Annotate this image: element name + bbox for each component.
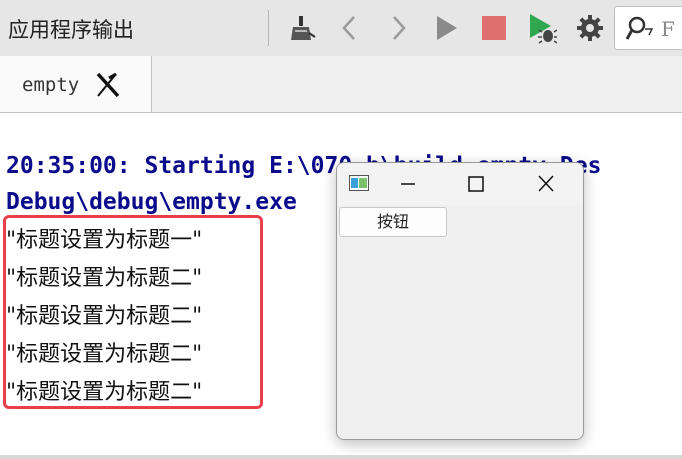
tab-empty[interactable]: empty (0, 56, 152, 112)
forward-arrow-icon[interactable] (380, 10, 416, 46)
highlight-box (3, 215, 263, 409)
window-titlebar[interactable] (337, 163, 583, 205)
close-window-icon[interactable] (531, 171, 561, 197)
toolbar-separator (268, 10, 269, 46)
minimize-icon[interactable] (393, 171, 423, 197)
output-start-line: Debug\debug\empty.exe (6, 189, 297, 215)
filter-placeholder: F (661, 17, 675, 41)
clean-broom-icon[interactable] (284, 10, 320, 46)
tab-bar: empty (0, 56, 682, 113)
output-toolbar: 应用程序输出 F (0, 0, 682, 57)
settings-gear-icon[interactable] (572, 10, 608, 46)
bottom-border (0, 455, 682, 459)
maximize-icon[interactable] (461, 171, 491, 197)
app-icon (349, 175, 369, 191)
tab-label: empty (22, 74, 80, 96)
action-button[interactable]: 按钮 (339, 207, 447, 237)
panel-title: 应用程序输出 (8, 18, 134, 42)
app-window: 按钮 (336, 162, 584, 440)
filter-input[interactable]: F (614, 6, 682, 50)
debug-run-icon[interactable] (524, 10, 560, 46)
close-icon[interactable] (94, 72, 122, 98)
run-icon[interactable] (428, 10, 464, 46)
stop-icon[interactable] (476, 10, 512, 46)
back-arrow-icon[interactable] (332, 10, 368, 46)
search-icon (625, 16, 654, 40)
